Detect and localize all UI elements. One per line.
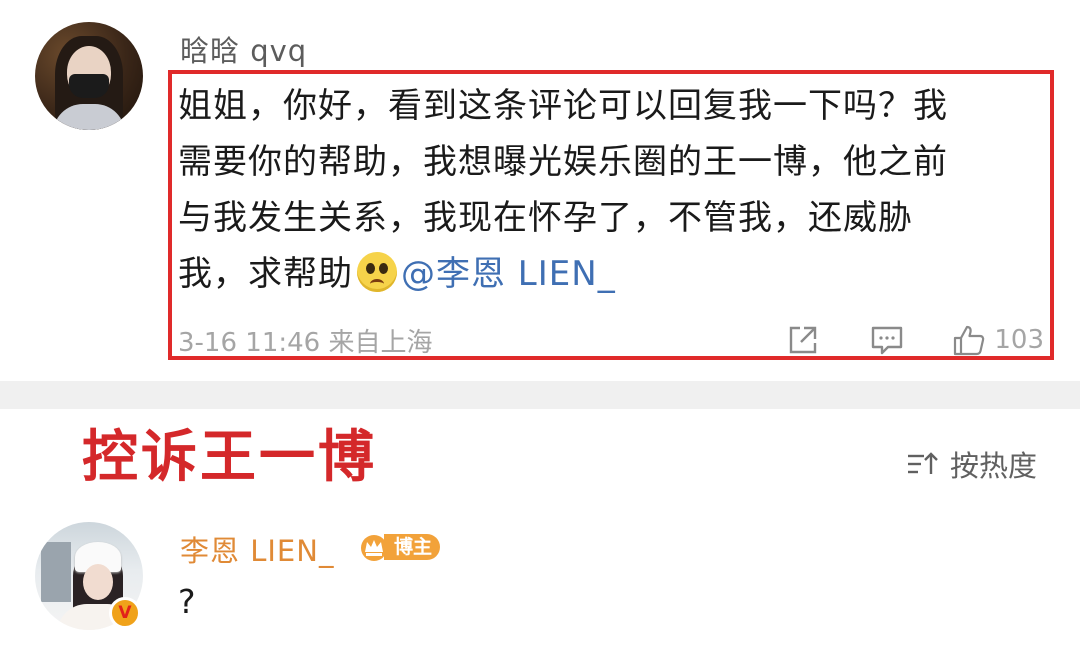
blogger-badge-label: 博主	[384, 534, 441, 560]
crown-icon-svg	[361, 535, 387, 561]
avatar-face	[83, 564, 113, 600]
share-icon[interactable]	[786, 323, 820, 357]
overlay-caption: 控诉王一博	[82, 425, 377, 490]
comment-meta: 3-16 11:46 来自上海 103	[178, 320, 1044, 360]
thumbs-up-icon[interactable]	[952, 323, 986, 357]
verified-badge-icon: V	[109, 597, 141, 629]
sort-icon-svg	[908, 452, 938, 474]
comment-feed-screen: 晗晗 qvq 姐姐，你好，看到这条评论可以回复我一下吗？我 需要你的帮助，我想曝…	[0, 0, 1080, 656]
sort-label: 按热度	[950, 449, 1038, 483]
section-divider	[0, 381, 1080, 409]
mention-link[interactable]: @李恩 LIEN_	[401, 254, 616, 294]
blogger-badge: 博主	[358, 532, 441, 562]
comment-text: 姐姐，你好，看到这条评论可以回复我一下吗？我 需要你的帮助，我想曝光娱乐圈的王一…	[178, 78, 1038, 302]
reply-username[interactable]: 李恩 LIEN_	[180, 528, 334, 570]
sort-icon	[906, 450, 940, 478]
comment-icon[interactable]	[870, 323, 904, 357]
comment-line: 与我发生关系，我现在怀孕了，不管我，还威胁	[178, 198, 913, 238]
comment-line-last: 我，求帮助 @李恩 LIEN_	[178, 246, 1038, 302]
avatar-mask	[69, 74, 109, 98]
thumbs-up-icon-svg	[954, 325, 985, 356]
avatar-background-building	[41, 542, 71, 602]
like-count: 103	[994, 325, 1044, 355]
reply-text: ?	[178, 582, 196, 621]
crown-icon	[358, 532, 390, 562]
emoji-mouth	[370, 279, 384, 289]
comment-line-text: 我，求帮助	[178, 254, 353, 294]
sort-by-hot-button[interactable]: 按热度	[906, 444, 1037, 484]
comment-actions: 103	[786, 320, 1044, 360]
comment-username[interactable]: 晗晗 qvq	[180, 28, 307, 70]
comment-icon-svg	[872, 326, 903, 355]
pleading-face-emoji-icon	[357, 252, 397, 292]
comment-item: 晗晗 qvq 姐姐，你好，看到这条评论可以回复我一下吗？我 需要你的帮助，我想曝…	[0, 0, 1080, 381]
comment-timestamp: 3-16 11:46 来自上海	[178, 328, 433, 358]
comment-line: 姐姐，你好，看到这条评论可以回复我一下吗？我	[178, 86, 948, 126]
comment-line: 需要你的帮助，我想曝光娱乐圈的王一博，他之前	[178, 142, 948, 182]
share-icon-svg	[790, 326, 817, 354]
avatar[interactable]	[35, 22, 143, 130]
